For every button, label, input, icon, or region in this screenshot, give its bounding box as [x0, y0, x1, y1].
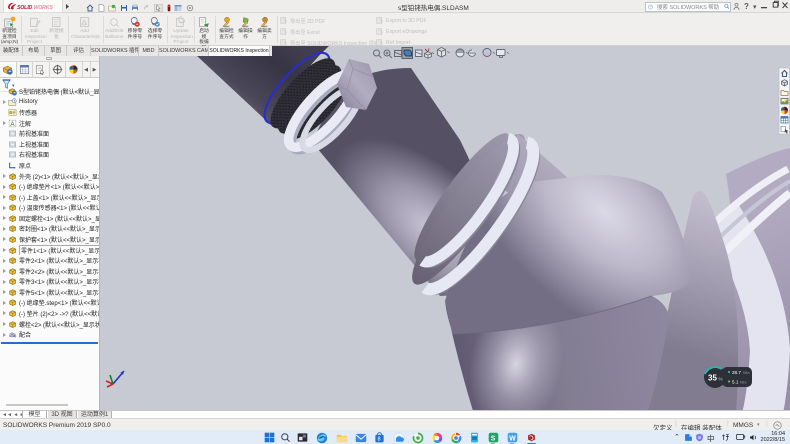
svg-text:SOLID: SOLID: [17, 4, 32, 10]
svg-text:KB/s: KB/s: [743, 371, 750, 375]
svg-text:5.1: 5.1: [732, 380, 739, 385]
svg-text:KB/s: KB/s: [740, 381, 747, 385]
svg-text:S: S: [491, 435, 496, 442]
svg-text:28.7: 28.7: [732, 370, 741, 375]
svg-text:WORKS: WORKS: [34, 4, 54, 10]
svg-text:8: 8: [377, 436, 380, 442]
svg-text:?: ?: [650, 5, 652, 9]
svg-text:%: %: [719, 377, 723, 382]
svg-text:35: 35: [708, 374, 717, 383]
svg-text:W: W: [509, 435, 516, 442]
